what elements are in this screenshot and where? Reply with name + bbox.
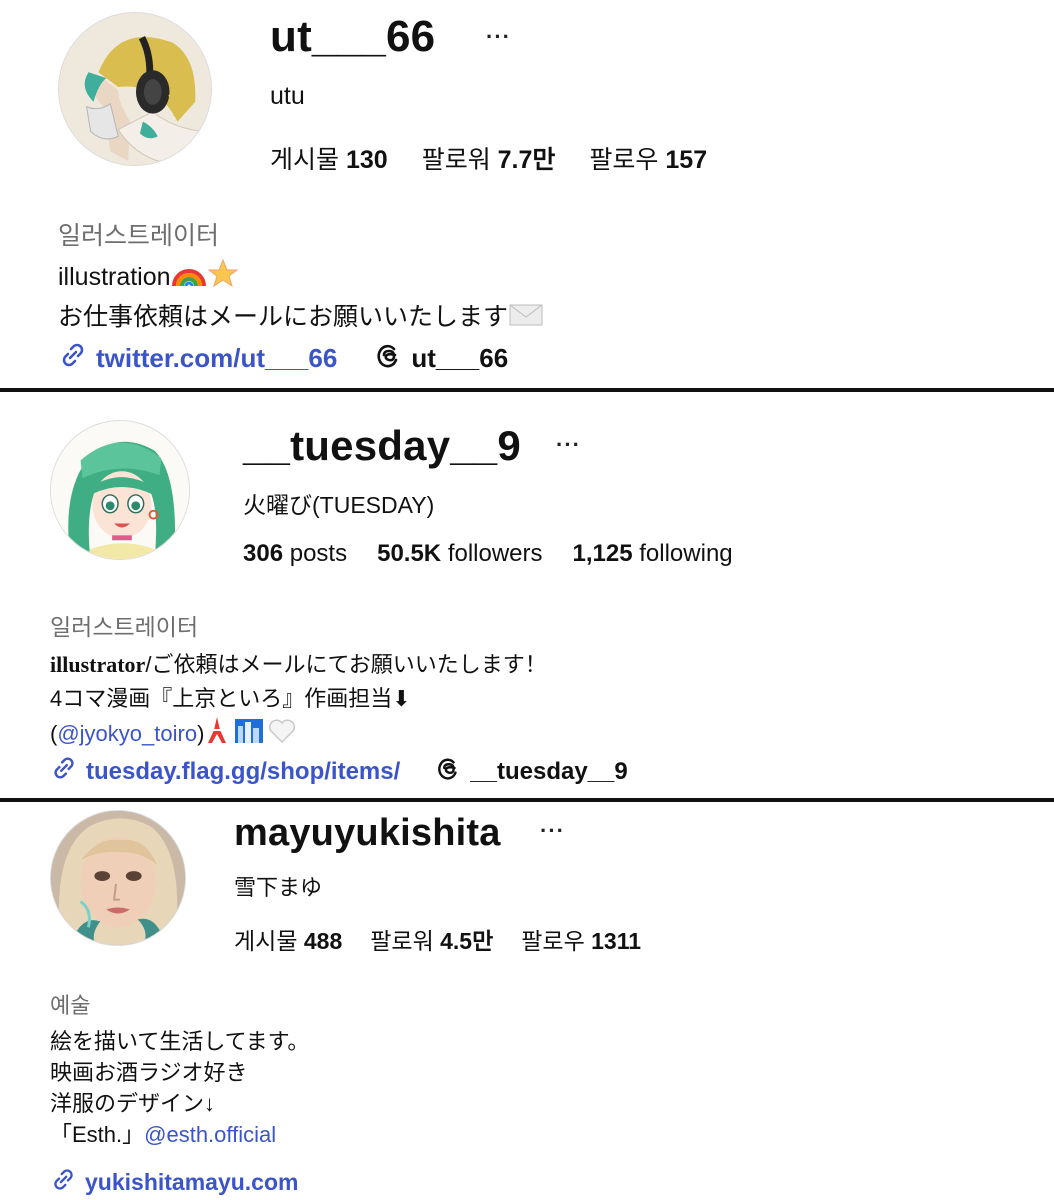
link-icon [58, 340, 88, 377]
white-heart-emoji [268, 718, 296, 754]
stat-label: posts [289, 540, 348, 567]
profile-links: tuesday.flag.gg/shop/items/ __tuesday__9 [50, 754, 628, 789]
cityscape-emoji [234, 716, 264, 754]
stat-posts[interactable]: 306 posts [243, 540, 347, 568]
stat-label: 팔로우 [521, 928, 585, 954]
bio-line: 映画お酒ラジオ好き [50, 1057, 309, 1088]
stat-followers[interactable]: 팔로워 4.5만 [370, 922, 493, 956]
stat-label: following [639, 540, 733, 567]
stat-value: 306 [243, 540, 284, 567]
profile-stats: 306 posts 50.5K followers 1,125 followin… [243, 540, 767, 568]
stat-value: 1311 [591, 928, 642, 954]
rainbow-emoji [171, 258, 207, 299]
stat-followers[interactable]: 50.5K followers [377, 540, 542, 568]
tokyo-tower-emoji [204, 716, 230, 754]
bio-line: 「Esth.」@esth.official [50, 1119, 309, 1150]
stat-value: 488 [303, 928, 343, 954]
stat-label: 팔로워 [370, 928, 434, 954]
bio-text: 洋服のデザイン↓ [50, 1091, 216, 1116]
bio-text: お仕事依頼はメールにお願いいたします [58, 303, 509, 331]
stat-value: 7.7만 [497, 146, 556, 174]
bio-text: /ご依頼はメールにてお願いいたします！ [145, 652, 547, 677]
profile-avatar[interactable] [50, 420, 190, 560]
stat-followers[interactable]: 팔로워 7.7만 [422, 140, 556, 176]
external-link[interactable]: yukishitamayu.com [50, 1166, 298, 1199]
profile-avatar[interactable] [58, 12, 212, 166]
profile-username: mayuyukishita [234, 812, 501, 854]
bio-line: お仕事依頼はメールにお願いいたします [58, 299, 544, 339]
stat-label: 팔로워 [421, 146, 491, 174]
stat-following[interactable]: 팔로우 157 [589, 140, 707, 176]
profile-stats: 게시물 488 팔로워 4.5만 팔로우 1311 [234, 922, 675, 956]
link-icon [50, 1166, 77, 1199]
threads-icon [373, 340, 403, 377]
more-options-button[interactable]: ··· [486, 24, 511, 50]
profile-category: 일러스트레이터 [58, 222, 220, 250]
stat-value: 130 [345, 146, 388, 174]
stat-label: followers [447, 540, 543, 567]
mention-link[interactable]: @esth.official [144, 1122, 276, 1147]
bio-bold-text: illustrator [50, 652, 146, 677]
profile-links: yukishitamayu.com [50, 1166, 298, 1199]
mention-link[interactable]: @jyokyo_toiro [57, 721, 197, 746]
bio-text: 絵を描いて生活してます。 [50, 1029, 310, 1054]
profile-username: __tuesday__9 [243, 422, 521, 469]
stat-value: 4.5만 [440, 928, 494, 954]
threads-icon [434, 754, 462, 789]
external-link-label: tuesday.flag.gg/shop/items/ [86, 757, 401, 785]
star-emoji [207, 258, 239, 299]
bio-text: 映画お酒ラジオ好き [50, 1060, 248, 1085]
stat-following[interactable]: 1,125 following [573, 540, 733, 568]
threads-handle: ut___66 [411, 343, 509, 373]
profile-username: ut___66 [270, 12, 436, 61]
bio-line: 4コマ漫画『上京といろ』作画担当⬇ [50, 682, 547, 716]
avatar-illustration-green-hair-girl [51, 421, 189, 559]
threads-link[interactable]: __tuesday__9 [434, 754, 628, 789]
more-options-button[interactable]: ··· [540, 818, 565, 844]
bio-line: (@jyokyo_toiro) [50, 716, 547, 754]
bio-text: 4コマ漫画『上京といろ』作画担当⬇ [50, 686, 411, 711]
profile-avatar[interactable] [50, 810, 186, 946]
stat-posts[interactable]: 게시물 130 [270, 140, 388, 176]
stat-value: 157 [665, 146, 708, 174]
profile-bio: illustration お仕事依頼はメールにお願いいたします [58, 258, 544, 339]
profile-bio: illustrator/ご依頼はメールにてお願いいたします！ 4コマ漫画『上京と… [50, 648, 547, 754]
profile-links: twitter.com/ut___66 ut___66 [58, 340, 508, 377]
threads-link[interactable]: ut___66 [373, 340, 508, 377]
stat-label: 팔로우 [589, 146, 659, 174]
external-link-label: twitter.com/ut___66 [96, 343, 338, 373]
profile-card-ut66: ut___66 ··· utu 게시물 130 팔로워 7.7만 팔로우 157… [0, 0, 1054, 388]
profile-stats: 게시물 130 팔로워 7.7만 팔로우 157 [270, 140, 741, 176]
envelope-emoji [508, 300, 544, 339]
stat-posts[interactable]: 게시물 488 [234, 922, 342, 956]
avatar-illustration-portrait [51, 811, 185, 945]
stat-value: 50.5K [377, 540, 442, 567]
threads-handle: __tuesday__9 [470, 757, 628, 785]
profile-card-mayuyukishita: mayuyukishita ··· 雪下まゆ 게시물 488 팔로워 4.5만 … [0, 802, 1054, 1200]
bio-text: ) [197, 721, 205, 746]
bio-line: illustrator/ご依頼はメールにてお願いいたします！ [50, 648, 547, 682]
bio-line: 絵を描いて生活してます。 [50, 1026, 309, 1057]
more-options-button[interactable]: ··· [556, 432, 581, 458]
link-icon [50, 754, 78, 789]
external-link[interactable]: twitter.com/ut___66 [58, 340, 337, 377]
bio-text: illustration [58, 263, 171, 291]
profile-category: 일러스트레이터 [50, 614, 199, 640]
profile-fullname: 雪下まゆ [234, 875, 323, 900]
stat-following[interactable]: 팔로우 1311 [521, 922, 641, 956]
bio-line: 洋服のデザイン↓ [50, 1088, 309, 1119]
stat-label: 게시물 [234, 928, 298, 954]
bio-text: 「Esth.」 [50, 1122, 145, 1147]
stat-label: 게시물 [270, 146, 340, 174]
profile-card-tuesday9: __tuesday__9 ··· 火曜び(TUESDAY) 306 posts … [0, 392, 1054, 798]
profile-bio: 絵を描いて生活してます。 映画お酒ラジオ好き 洋服のデザイン↓ 「Esth.」@… [50, 1026, 309, 1150]
external-link[interactable]: tuesday.flag.gg/shop/items/ [50, 754, 400, 789]
bio-line: illustration [58, 258, 544, 299]
profile-category: 예술 [50, 993, 91, 1018]
stat-value: 1,125 [572, 540, 633, 567]
external-link-label: yukishitamayu.com [85, 1169, 299, 1195]
avatar-illustration-headphones [59, 13, 211, 165]
profile-fullname: 火曜び(TUESDAY) [243, 492, 435, 518]
profile-fullname: utu [270, 82, 305, 110]
